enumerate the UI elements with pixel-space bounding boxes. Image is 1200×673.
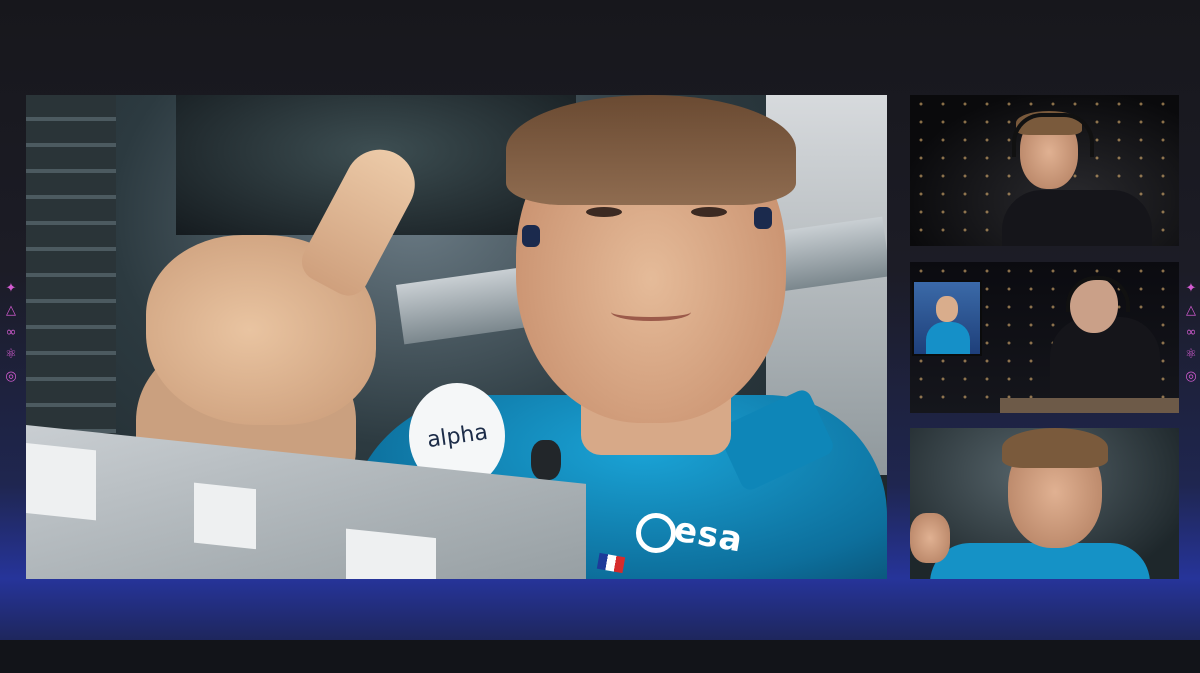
- desk: [1000, 398, 1179, 413]
- monitor-astronaut-shirt: [926, 322, 970, 354]
- laptop-sticker: [26, 443, 96, 521]
- bottom-band: [0, 640, 1200, 673]
- participant-tile-1[interactable]: [910, 95, 1179, 246]
- studio-monitor: [912, 280, 982, 356]
- monitor-astronaut-face: [936, 296, 958, 322]
- sparkle-icon: ✦: [1185, 281, 1197, 296]
- atom-icon: ⚛: [5, 347, 17, 362]
- sparkle-icon: ✦: [5, 281, 17, 296]
- headset-earpiece-right: [754, 207, 772, 229]
- participant-tile-2[interactable]: [910, 262, 1179, 413]
- astronaut-shirt-thumb: [930, 543, 1150, 579]
- participant-body: [1002, 190, 1152, 246]
- microphone-icon: [531, 440, 561, 480]
- headset-earpiece-left: [522, 225, 540, 247]
- triangle-icon: △: [1186, 303, 1196, 318]
- atom-icon: ⚛: [1185, 347, 1197, 362]
- left-icon-strip: ✦ △ ∞ ⚛ ◎: [3, 281, 19, 385]
- infinity-icon: ∞: [5, 325, 17, 340]
- mission-patch-text: alpha: [425, 419, 489, 453]
- esa-logo-icon: [636, 513, 676, 553]
- astronaut-mouth: [611, 303, 691, 321]
- right-eye: [691, 207, 727, 217]
- spiral-icon: ◎: [1185, 369, 1197, 384]
- headphones-icon: [1012, 113, 1094, 157]
- astronaut-hair: [506, 95, 796, 205]
- spiral-icon: ◎: [5, 369, 17, 384]
- right-icon-strip: ✦ △ ∞ ⚛ ◎: [1183, 281, 1199, 385]
- astronaut-hair-thumb: [1002, 428, 1108, 468]
- main-video-tile[interactable]: alpha esa: [26, 95, 887, 579]
- left-eye: [586, 207, 622, 217]
- participant-tile-3[interactable]: [910, 428, 1179, 579]
- thumb-hand: [910, 513, 950, 563]
- infinity-icon: ∞: [1185, 325, 1197, 340]
- laptop-sticker: [346, 528, 436, 579]
- laptop-sticker: [194, 482, 256, 550]
- triangle-icon: △: [6, 303, 16, 318]
